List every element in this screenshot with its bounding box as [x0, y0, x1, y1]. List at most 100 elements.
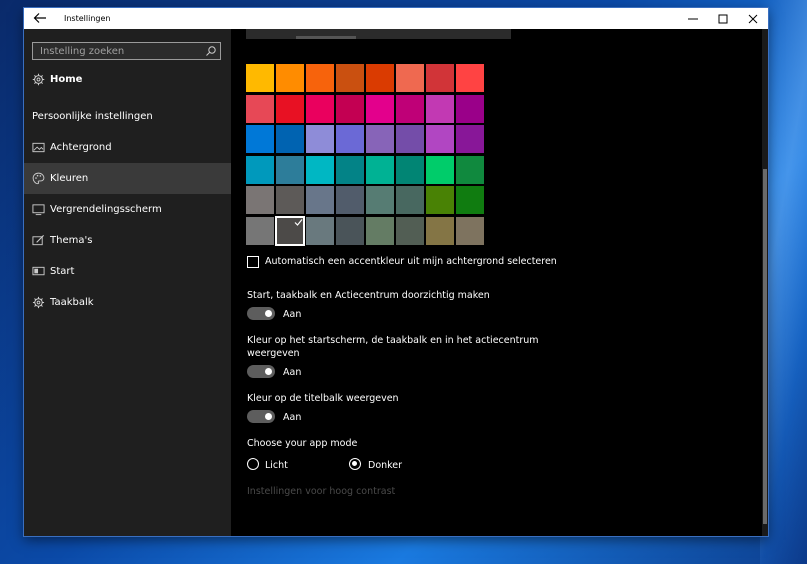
- minimize-button[interactable]: [678, 8, 708, 29]
- color-swatch[interactable]: [366, 155, 394, 184]
- sidebar-item-label: Start: [50, 266, 75, 277]
- color-swatch[interactable]: [456, 64, 484, 92]
- color-swatch[interactable]: [366, 186, 394, 214]
- color-swatch[interactable]: [426, 186, 454, 214]
- color-swatch[interactable]: [366, 94, 394, 123]
- color-swatch-selected[interactable]: [275, 215, 305, 246]
- color-swatch[interactable]: [456, 186, 484, 214]
- color-swatch[interactable]: [306, 216, 334, 245]
- color-swatch[interactable]: [246, 216, 274, 245]
- back-arrow-icon[interactable]: [32, 11, 48, 25]
- palette-icon: [32, 172, 45, 185]
- color-swatch[interactable]: [396, 125, 424, 153]
- color-swatch[interactable]: [336, 64, 364, 92]
- dark-mode-radio[interactable]: [349, 458, 361, 470]
- auto-accent-label: Automatisch een accentkleur uit mijn ach…: [265, 256, 557, 267]
- gear-icon: [32, 73, 45, 86]
- transparency-label: Start, taakbalk en Actiecentrum doorzich…: [247, 290, 490, 301]
- color-swatch[interactable]: [336, 125, 364, 153]
- sidebar-item-kleuren[interactable]: Kleuren: [24, 163, 231, 194]
- color-swatch[interactable]: [396, 155, 424, 184]
- color-swatch[interactable]: [276, 125, 304, 153]
- color-swatch[interactable]: [456, 125, 484, 153]
- search-icon[interactable]: [205, 45, 217, 57]
- color-swatch[interactable]: [366, 64, 394, 92]
- scrollbar[interactable]: [762, 29, 768, 536]
- sidebar-item-label: Taakbalk: [50, 297, 94, 308]
- color-swatch[interactable]: [276, 186, 304, 214]
- color-titlebar-toggle[interactable]: [247, 410, 275, 423]
- minimize-icon: [688, 18, 698, 19]
- color-swatch[interactable]: [336, 155, 364, 184]
- color-swatch[interactable]: [306, 155, 334, 184]
- color-swatch[interactable]: [276, 155, 304, 184]
- sidebar-item-vergrendelingsscherm[interactable]: Vergrendelingsscherm: [24, 194, 231, 225]
- color-swatch[interactable]: [336, 94, 364, 123]
- sidebar-item-label: Thema's: [50, 235, 93, 246]
- close-button[interactable]: [738, 8, 768, 29]
- color-swatch[interactable]: [306, 94, 334, 123]
- sidebar-item-home[interactable]: Home: [24, 64, 231, 95]
- sidebar-item-label: Kleuren: [50, 173, 89, 184]
- color-swatch[interactable]: [396, 94, 424, 123]
- color-swatch[interactable]: [396, 64, 424, 92]
- sidebar-item-achtergrond[interactable]: Achtergrond: [24, 132, 231, 163]
- color-swatch[interactable]: [246, 94, 274, 123]
- color-swatch[interactable]: [426, 155, 454, 184]
- color-swatch[interactable]: [366, 125, 394, 153]
- color-swatch[interactable]: [336, 186, 364, 214]
- color-swatch[interactable]: [306, 64, 334, 92]
- high-contrast-link[interactable]: Instellingen voor hoog contrast: [247, 486, 395, 497]
- color-swatch[interactable]: [336, 216, 364, 245]
- start-icon: [32, 266, 45, 276]
- color-swatch[interactable]: [246, 125, 274, 153]
- color-start-label-line2: weergeven: [247, 348, 300, 359]
- transparency-state: Aan: [283, 309, 302, 320]
- picture-icon: [32, 142, 45, 153]
- maximize-button[interactable]: [708, 8, 738, 29]
- transparency-toggle[interactable]: [247, 307, 275, 320]
- color-start-toggle[interactable]: [247, 365, 275, 378]
- scrollbar-thumb[interactable]: [763, 169, 767, 524]
- toggle-knob: [265, 368, 272, 375]
- checkmark-icon: [294, 218, 303, 226]
- app-mode-label: Choose your app mode: [247, 438, 358, 449]
- color-swatch[interactable]: [276, 94, 304, 123]
- color-swatch[interactable]: [426, 94, 454, 123]
- color-swatch[interactable]: [456, 216, 484, 245]
- toggle-knob: [265, 310, 272, 317]
- color-swatch[interactable]: [396, 216, 424, 245]
- search-input[interactable]: Instelling zoeken: [32, 42, 221, 60]
- color-swatch[interactable]: [306, 125, 334, 153]
- section-heading: Persoonlijke instellingen: [32, 111, 153, 122]
- dark-mode-label: Donker: [368, 460, 403, 471]
- color-swatch[interactable]: [396, 186, 424, 214]
- color-swatch[interactable]: [246, 186, 274, 214]
- color-swatch[interactable]: [426, 64, 454, 92]
- color-titlebar-label: Kleur op de titelbalk weergeven: [247, 393, 399, 404]
- auto-accent-checkbox[interactable]: [247, 256, 259, 268]
- color-swatch[interactable]: [246, 64, 274, 92]
- preview-taskbar: [296, 36, 356, 39]
- title-bar: Instellingen: [24, 8, 768, 29]
- color-swatch[interactable]: [426, 216, 454, 245]
- content-pane: Automatisch een accentkleur uit mijn ach…: [231, 29, 762, 536]
- color-swatch[interactable]: [366, 216, 394, 245]
- sidebar-item-themas[interactable]: Thema's: [24, 225, 231, 256]
- color-swatch[interactable]: [276, 64, 304, 92]
- close-icon: [748, 14, 758, 23]
- sidebar-item-taakbalk[interactable]: Taakbalk: [24, 287, 231, 318]
- color-preview: [246, 29, 511, 39]
- color-swatch[interactable]: [456, 155, 484, 184]
- theme-icon: [32, 234, 45, 246]
- taskbar-icon: [32, 296, 45, 309]
- color-swatch[interactable]: [246, 155, 274, 184]
- color-start-state: Aan: [283, 367, 302, 378]
- color-swatch[interactable]: [306, 186, 334, 214]
- sidebar-item-start[interactable]: Start: [24, 256, 231, 287]
- color-swatch[interactable]: [426, 125, 454, 153]
- color-swatch[interactable]: [456, 94, 484, 123]
- light-mode-radio[interactable]: [247, 458, 259, 470]
- sidebar-item-label: Achtergrond: [50, 142, 112, 153]
- color-start-label: Kleur op het startscherm, de taakbalk en…: [247, 335, 539, 346]
